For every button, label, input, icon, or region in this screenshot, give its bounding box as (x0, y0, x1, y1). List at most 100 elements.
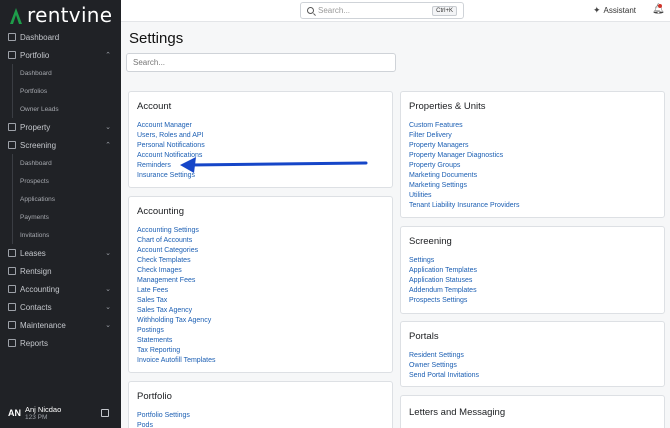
card-title: Letters and Messaging (409, 407, 506, 418)
sidebar-item-leases[interactable]: Leases ⌄ (0, 244, 121, 262)
sidebar-item-rentsign[interactable]: Rentsign (0, 262, 121, 280)
annotation-arrow-icon (180, 157, 368, 173)
sidebar-item-portfolio[interactable]: Portfolio ⌃ (0, 46, 121, 64)
settings-link-check-images[interactable]: Check Images (137, 266, 215, 276)
sidebar-item-dashboard[interactable]: Dashboard (0, 28, 121, 46)
card-links: Accounting Settings Chart of Accounts Acco… (137, 226, 215, 366)
sidebar-item-reports[interactable]: Reports (0, 334, 121, 352)
user-profile[interactable]: AN Anj Nicdao 123 PM (0, 398, 121, 428)
accounting-icon (8, 285, 16, 293)
sidebar-item-label: Reports (20, 338, 49, 348)
rentvine-logo[interactable]: rentvine (8, 3, 112, 27)
top-bar: Search... Ctrl+K ✦ Assistant 🔔︎ (121, 0, 670, 22)
settings-link-statements[interactable]: Statements (137, 336, 215, 346)
settings-search-input[interactable] (126, 53, 396, 72)
sidebar-subitem-owner-leads[interactable]: Owner Leads (0, 100, 121, 118)
settings-link-prospects-settings[interactable]: Prospects Settings (409, 296, 477, 306)
settings-link-portfolio-settings[interactable]: Portfolio Settings (137, 411, 190, 421)
settings-link-personal-notifications[interactable]: Personal Notifications (137, 141, 205, 151)
settings-link-account-manager[interactable]: Account Manager (137, 121, 205, 131)
settings-link-property-groups[interactable]: Property Groups (409, 161, 520, 171)
sidebar-item-label: Maintenance (20, 320, 66, 330)
sidebar-subitem-portfolios[interactable]: Portfolios (0, 82, 121, 100)
sidebar-subitem-payments[interactable]: Payments (0, 208, 121, 226)
settings-link-account-categories[interactable]: Account Categories (137, 246, 215, 256)
settings-link-addendum-templates[interactable]: Addendum Templates (409, 286, 477, 296)
portfolio-icon (8, 51, 16, 59)
assistant-button[interactable]: ✦ Assistant (593, 5, 636, 16)
settings-link-property-managers[interactable]: Property Managers (409, 141, 520, 151)
settings-link-owner-settings[interactable]: Owner Settings (409, 361, 479, 371)
settings-link-settings[interactable]: Settings (409, 256, 477, 266)
shortcut-badge: Ctrl+K (432, 6, 457, 16)
settings-link-pods[interactable]: Pods (137, 421, 190, 428)
settings-link-accounting-settings[interactable]: Accounting Settings (137, 226, 215, 236)
settings-link-marketing-settings[interactable]: Marketing Settings (409, 181, 520, 191)
settings-link-invoice-autofill-templates[interactable]: Invoice Autofill Templates (137, 356, 215, 366)
settings-link-utilities[interactable]: Utilities (409, 191, 520, 201)
sidebar-item-label: Rentsign (20, 266, 52, 276)
sidebar-item-label: Property (20, 122, 51, 132)
card-title: Portfolio (137, 391, 172, 402)
settings-link-sales-tax-agency[interactable]: Sales Tax Agency (137, 306, 215, 316)
card-title: Screening (409, 236, 452, 247)
settings-link-tax-reporting[interactable]: Tax Reporting (137, 346, 215, 356)
sidebar-item-label: Leases (20, 248, 46, 258)
user-company: 123 PM (25, 414, 48, 421)
settings-link-tenant-liability-insurance-providers[interactable]: Tenant Liability Insurance Providers (409, 201, 520, 211)
sidebar-subitem-prospects[interactable]: Prospects (0, 172, 121, 190)
sidebar-subitem-dashboard[interactable]: Dashboard (0, 154, 121, 172)
sidebar-item-property[interactable]: Property ⌄ (0, 118, 121, 136)
settings-link-marketing-documents[interactable]: Marketing Documents (409, 171, 520, 181)
sidebar-item-label: Portfolio (20, 50, 50, 60)
sidebar-item-accounting[interactable]: Accounting ⌄ (0, 280, 121, 298)
sidebar-item-maintenance[interactable]: Maintenance ⌄ (0, 316, 121, 334)
sidebar-item-screening[interactable]: Screening ⌃ (0, 136, 121, 154)
settings-link-property-manager-diagnostics[interactable]: Property Manager Diagnostics (409, 151, 520, 161)
settings-link-application-statuses[interactable]: Application Statuses (409, 276, 477, 286)
property-icon (8, 123, 16, 131)
sidebar-item-contacts[interactable]: Contacts ⌄ (0, 298, 121, 316)
settings-link-management-fees[interactable]: Management Fees (137, 276, 215, 286)
contacts-icon (8, 303, 16, 311)
settings-link-custom-features[interactable]: Custom Features (409, 121, 520, 131)
settings-link-filter-delivery[interactable]: Filter Delivery (409, 131, 520, 141)
card-links: Resident Settings Owner Settings Send Port… (409, 351, 479, 381)
sidebar-subitem-applications[interactable]: Applications (0, 190, 121, 208)
user-text: Anj Nicdao 123 PM (25, 405, 61, 421)
settings-link-application-templates[interactable]: Application Templates (409, 266, 477, 276)
search-icon (307, 7, 314, 14)
sidebar-item-label: Contacts (20, 302, 52, 312)
sidebar-subitem-dashboard[interactable]: Dashboard (0, 64, 121, 82)
page-title: Settings (129, 30, 184, 47)
collapse-sidebar-icon[interactable] (101, 409, 109, 417)
sidebar-item-label: Dashboard (20, 32, 60, 42)
sidebar-subitem-label: Payments (20, 213, 49, 221)
reports-icon (8, 339, 16, 347)
settings-link-resident-settings[interactable]: Resident Settings (409, 351, 479, 361)
card-letters-messaging: Letters and Messaging (400, 395, 665, 428)
settings-link-late-fees[interactable]: Late Fees (137, 286, 215, 296)
dashboard-icon (8, 33, 16, 41)
brand-name: rentvine (27, 3, 113, 27)
chevron-down-icon: ⌄ (105, 304, 111, 311)
settings-link-chart-of-accounts[interactable]: Chart of Accounts (137, 236, 215, 246)
card-properties-units: Properties & Units Custom Features Filter… (400, 91, 665, 218)
settings-link-postings[interactable]: Postings (137, 326, 215, 336)
chevron-down-icon: ⌄ (105, 322, 111, 329)
sidebar: rentvine Dashboard Portfolio ⌃ Dashboard Por… (0, 0, 121, 428)
sidebar-subitem-label: Owner Leads (20, 105, 59, 113)
settings-link-send-portal-invitations[interactable]: Send Portal Invitations (409, 371, 479, 381)
sidebar-nav: Dashboard Portfolio ⌃ Dashboard Portfolios Ow… (0, 28, 121, 352)
settings-link-users-roles-and-api[interactable]: Users, Roles and API (137, 131, 205, 141)
sidebar-subitem-invitations[interactable]: Invitations (0, 226, 121, 244)
assistant-label: Assistant (603, 6, 637, 15)
card-screening: Screening Settings Application Templates A… (400, 226, 665, 314)
settings-link-check-templates[interactable]: Check Templates (137, 256, 215, 266)
card-accounting: Accounting Accounting Settings Chart of A… (128, 196, 393, 373)
settings-link-sales-tax[interactable]: Sales Tax (137, 296, 215, 306)
global-search-input[interactable]: Search... Ctrl+K (300, 2, 464, 19)
settings-link-withholding-tax-agency[interactable]: Withholding Tax Agency (137, 316, 215, 326)
card-title: Portals (409, 331, 439, 342)
rentsign-icon (8, 267, 16, 275)
